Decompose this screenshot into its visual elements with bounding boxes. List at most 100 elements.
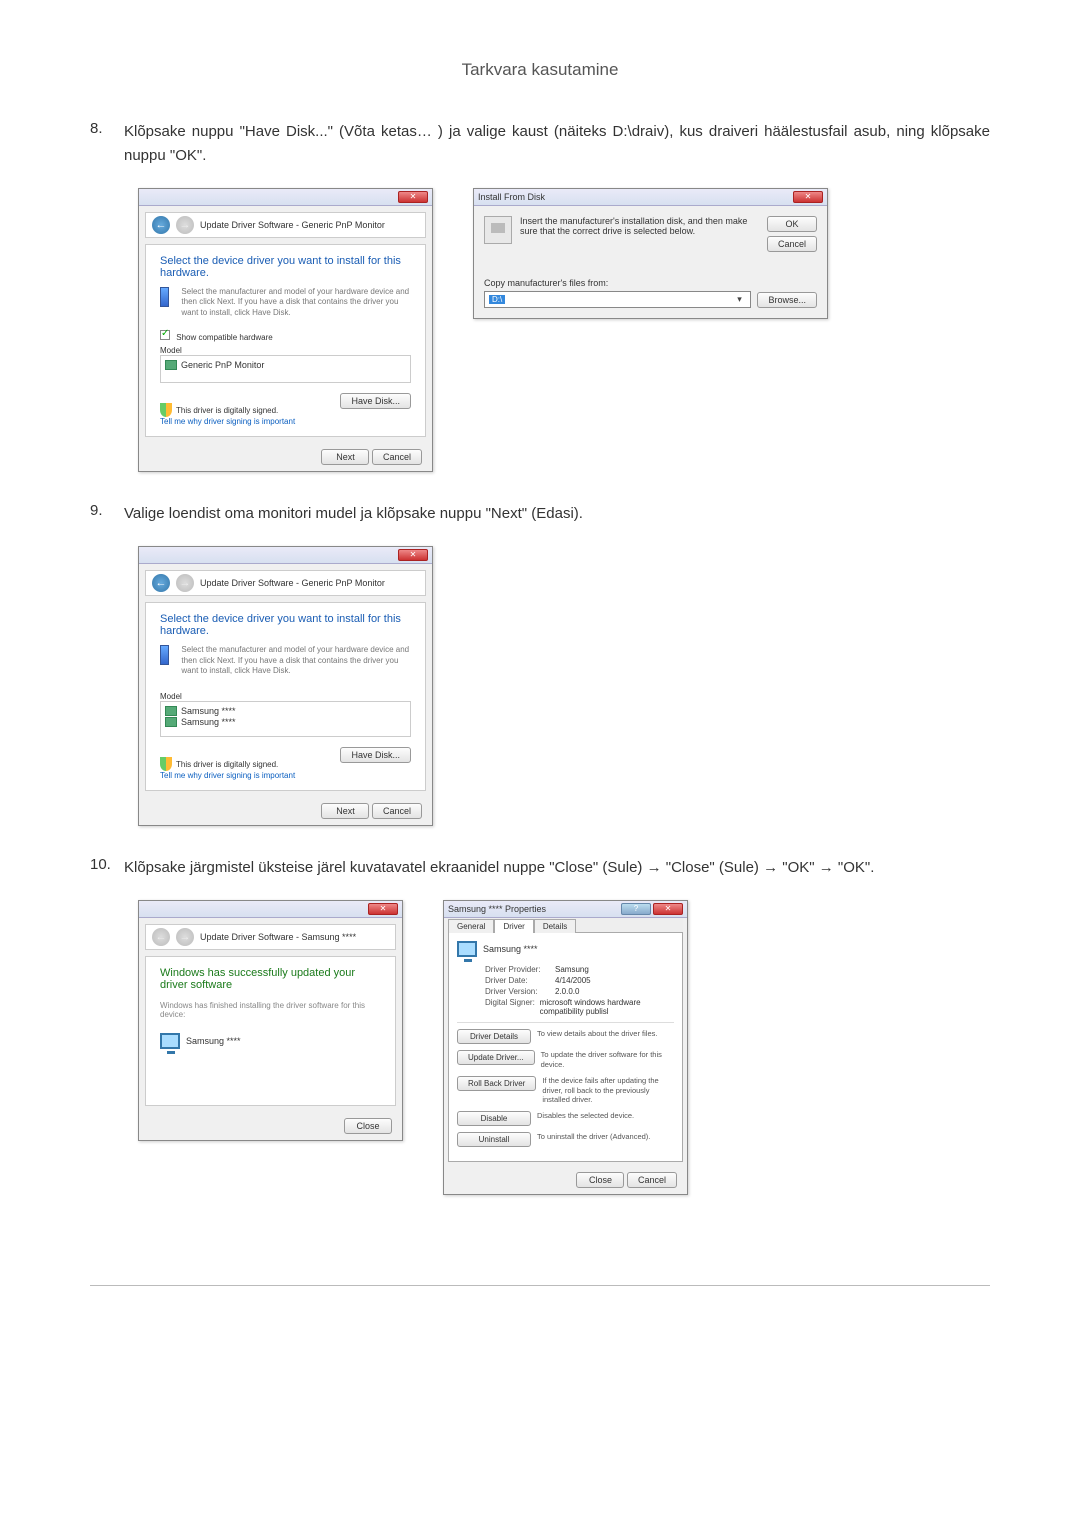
- breadcrumb-text: Update Driver Software - Generic PnP Mon…: [200, 220, 385, 230]
- path-input[interactable]: D:\ ▾: [484, 291, 751, 308]
- provider-label: Driver Provider:: [485, 965, 555, 974]
- disable-button[interactable]: Disable: [457, 1111, 531, 1126]
- monitor-icon: [165, 717, 177, 727]
- monitor-icon: [165, 706, 177, 716]
- disk-icon: [160, 287, 169, 307]
- have-disk-button[interactable]: Have Disk...: [340, 393, 411, 409]
- device-name: Samsung ****: [186, 1036, 241, 1046]
- update-driver-button[interactable]: Update Driver...: [457, 1050, 535, 1065]
- tabs: General Driver Details: [448, 918, 683, 933]
- install-from-disk-dialog: Install From Disk ✕ Insert the manufactu…: [473, 188, 828, 319]
- floppy-icon: [484, 216, 512, 244]
- close-icon[interactable]: ✕: [398, 191, 428, 203]
- driver-details-button[interactable]: Driver Details: [457, 1029, 531, 1044]
- cancel-button[interactable]: Cancel: [372, 803, 422, 819]
- model-list[interactable]: Samsung **** Samsung ****: [160, 701, 411, 737]
- breadcrumb-text: Update Driver Software - Generic PnP Mon…: [200, 578, 385, 588]
- device-name: Samsung ****: [483, 944, 538, 954]
- tab-driver[interactable]: Driver: [494, 919, 533, 933]
- path-value: D:\: [489, 295, 505, 304]
- footer-divider: [90, 1285, 990, 1286]
- model-name: Samsung ****: [181, 717, 236, 727]
- list-item[interactable]: Samsung ****: [165, 706, 406, 716]
- breadcrumb: ← → Update Driver Software - Generic PnP…: [145, 570, 426, 596]
- close-icon[interactable]: ✕: [793, 191, 823, 203]
- list-item[interactable]: Samsung ****: [165, 717, 406, 727]
- wizard-heading: Select the device driver you want to ins…: [160, 255, 411, 279]
- next-button[interactable]: Next: [321, 803, 369, 819]
- step-text: Klõpsake nuppu "Have Disk..." (Võta keta…: [124, 120, 990, 168]
- disable-desc: Disables the selected device.: [537, 1111, 674, 1121]
- update-success-dialog: ✕ ← → Update Driver Software - Samsung *…: [138, 900, 403, 1141]
- tab-general[interactable]: General: [448, 919, 494, 933]
- signing-link[interactable]: Tell me why driver signing is important: [160, 771, 295, 780]
- titlebar: ✕: [139, 547, 432, 564]
- breadcrumb-text: Update Driver Software - Samsung ****: [200, 932, 356, 942]
- driver-wizard-dialog-2: ✕ ← → Update Driver Software - Generic P…: [138, 546, 433, 826]
- back-icon[interactable]: ←: [152, 216, 170, 234]
- uninstall-button[interactable]: Uninstall: [457, 1132, 531, 1147]
- date-value: 4/14/2005: [555, 976, 591, 985]
- shield-icon: [160, 403, 172, 417]
- cancel-button[interactable]: Cancel: [627, 1172, 677, 1188]
- titlebar: ✕: [139, 901, 402, 918]
- signer-label: Digital Signer:: [485, 998, 540, 1016]
- model-label: Model: [160, 346, 411, 355]
- ok-button[interactable]: OK: [767, 216, 817, 232]
- shield-icon: [160, 757, 172, 771]
- monitor-icon: [457, 941, 477, 957]
- signer-value: microsoft windows hardware compatibility…: [540, 998, 674, 1016]
- browse-button[interactable]: Browse...: [757, 292, 817, 308]
- back-icon: ←: [152, 928, 170, 946]
- rollback-button[interactable]: Roll Back Driver: [457, 1076, 536, 1091]
- signing-link[interactable]: Tell me why driver signing is important: [160, 417, 295, 426]
- model-list[interactable]: Generic PnP Monitor: [160, 355, 411, 383]
- disk-icon: [160, 645, 169, 665]
- close-icon[interactable]: ✕: [398, 549, 428, 561]
- step-number: 8.: [90, 120, 124, 168]
- help-icon[interactable]: ?: [621, 903, 651, 915]
- wizard-subtext: Select the manufacturer and model of you…: [181, 287, 411, 318]
- step-8: 8. Klõpsake nuppu "Have Disk..." (Võta k…: [90, 120, 990, 168]
- close-button[interactable]: Close: [576, 1172, 624, 1188]
- have-disk-button[interactable]: Have Disk...: [340, 747, 411, 763]
- close-button[interactable]: Close: [344, 1118, 392, 1134]
- step-text: Klõpsake järgmistel üksteise järel kuvat…: [124, 856, 990, 880]
- wizard-heading: Select the device driver you want to ins…: [160, 613, 411, 637]
- model-label: Model: [160, 692, 411, 701]
- step-number: 10.: [90, 856, 124, 880]
- success-heading: Windows has successfully updated your dr…: [160, 967, 381, 991]
- titlebar: Install From Disk ✕: [474, 189, 827, 206]
- page-title: Tarkvara kasutamine: [90, 60, 990, 80]
- date-label: Driver Date:: [485, 976, 555, 985]
- dialog-title: Samsung **** Properties: [448, 904, 546, 914]
- cancel-button[interactable]: Cancel: [372, 449, 422, 465]
- monitor-icon: [160, 1033, 180, 1049]
- next-button[interactable]: Next: [321, 449, 369, 465]
- update-driver-desc: To update the driver software for this d…: [541, 1050, 674, 1070]
- dialog-title: Install From Disk: [478, 192, 545, 202]
- wizard-subtext: Select the manufacturer and model of you…: [181, 645, 411, 676]
- signed-text: This driver is digitally signed.: [176, 406, 278, 415]
- titlebar: ✕: [139, 189, 432, 206]
- tab-details[interactable]: Details: [534, 919, 576, 933]
- properties-dialog: Samsung **** Properties ? ✕ General Driv…: [443, 900, 688, 1195]
- breadcrumb: ← → Update Driver Software - Samsung ***…: [145, 924, 396, 950]
- chevron-down-icon[interactable]: ▾: [732, 294, 746, 305]
- list-item[interactable]: Generic PnP Monitor: [165, 360, 406, 370]
- close-icon[interactable]: ✕: [368, 903, 398, 915]
- step-10: 10. Klõpsake järgmistel üksteise järel k…: [90, 856, 990, 880]
- copy-from-label: Copy manufacturer's files from:: [484, 278, 817, 288]
- step-text: Valige loendist oma monitori mudel ja kl…: [124, 502, 990, 526]
- back-icon[interactable]: ←: [152, 574, 170, 592]
- step-number: 9.: [90, 502, 124, 526]
- monitor-icon: [165, 360, 177, 370]
- driver-details-desc: To view details about the driver files.: [537, 1029, 674, 1039]
- cancel-button[interactable]: Cancel: [767, 236, 817, 252]
- forward-icon: →: [176, 216, 194, 234]
- show-compatible-checkbox[interactable]: [160, 330, 170, 340]
- close-icon[interactable]: ✕: [653, 903, 683, 915]
- titlebar: Samsung **** Properties ? ✕: [444, 901, 687, 918]
- step-9: 9. Valige loendist oma monitori mudel ja…: [90, 502, 990, 526]
- breadcrumb: ← → Update Driver Software - Generic PnP…: [145, 212, 426, 238]
